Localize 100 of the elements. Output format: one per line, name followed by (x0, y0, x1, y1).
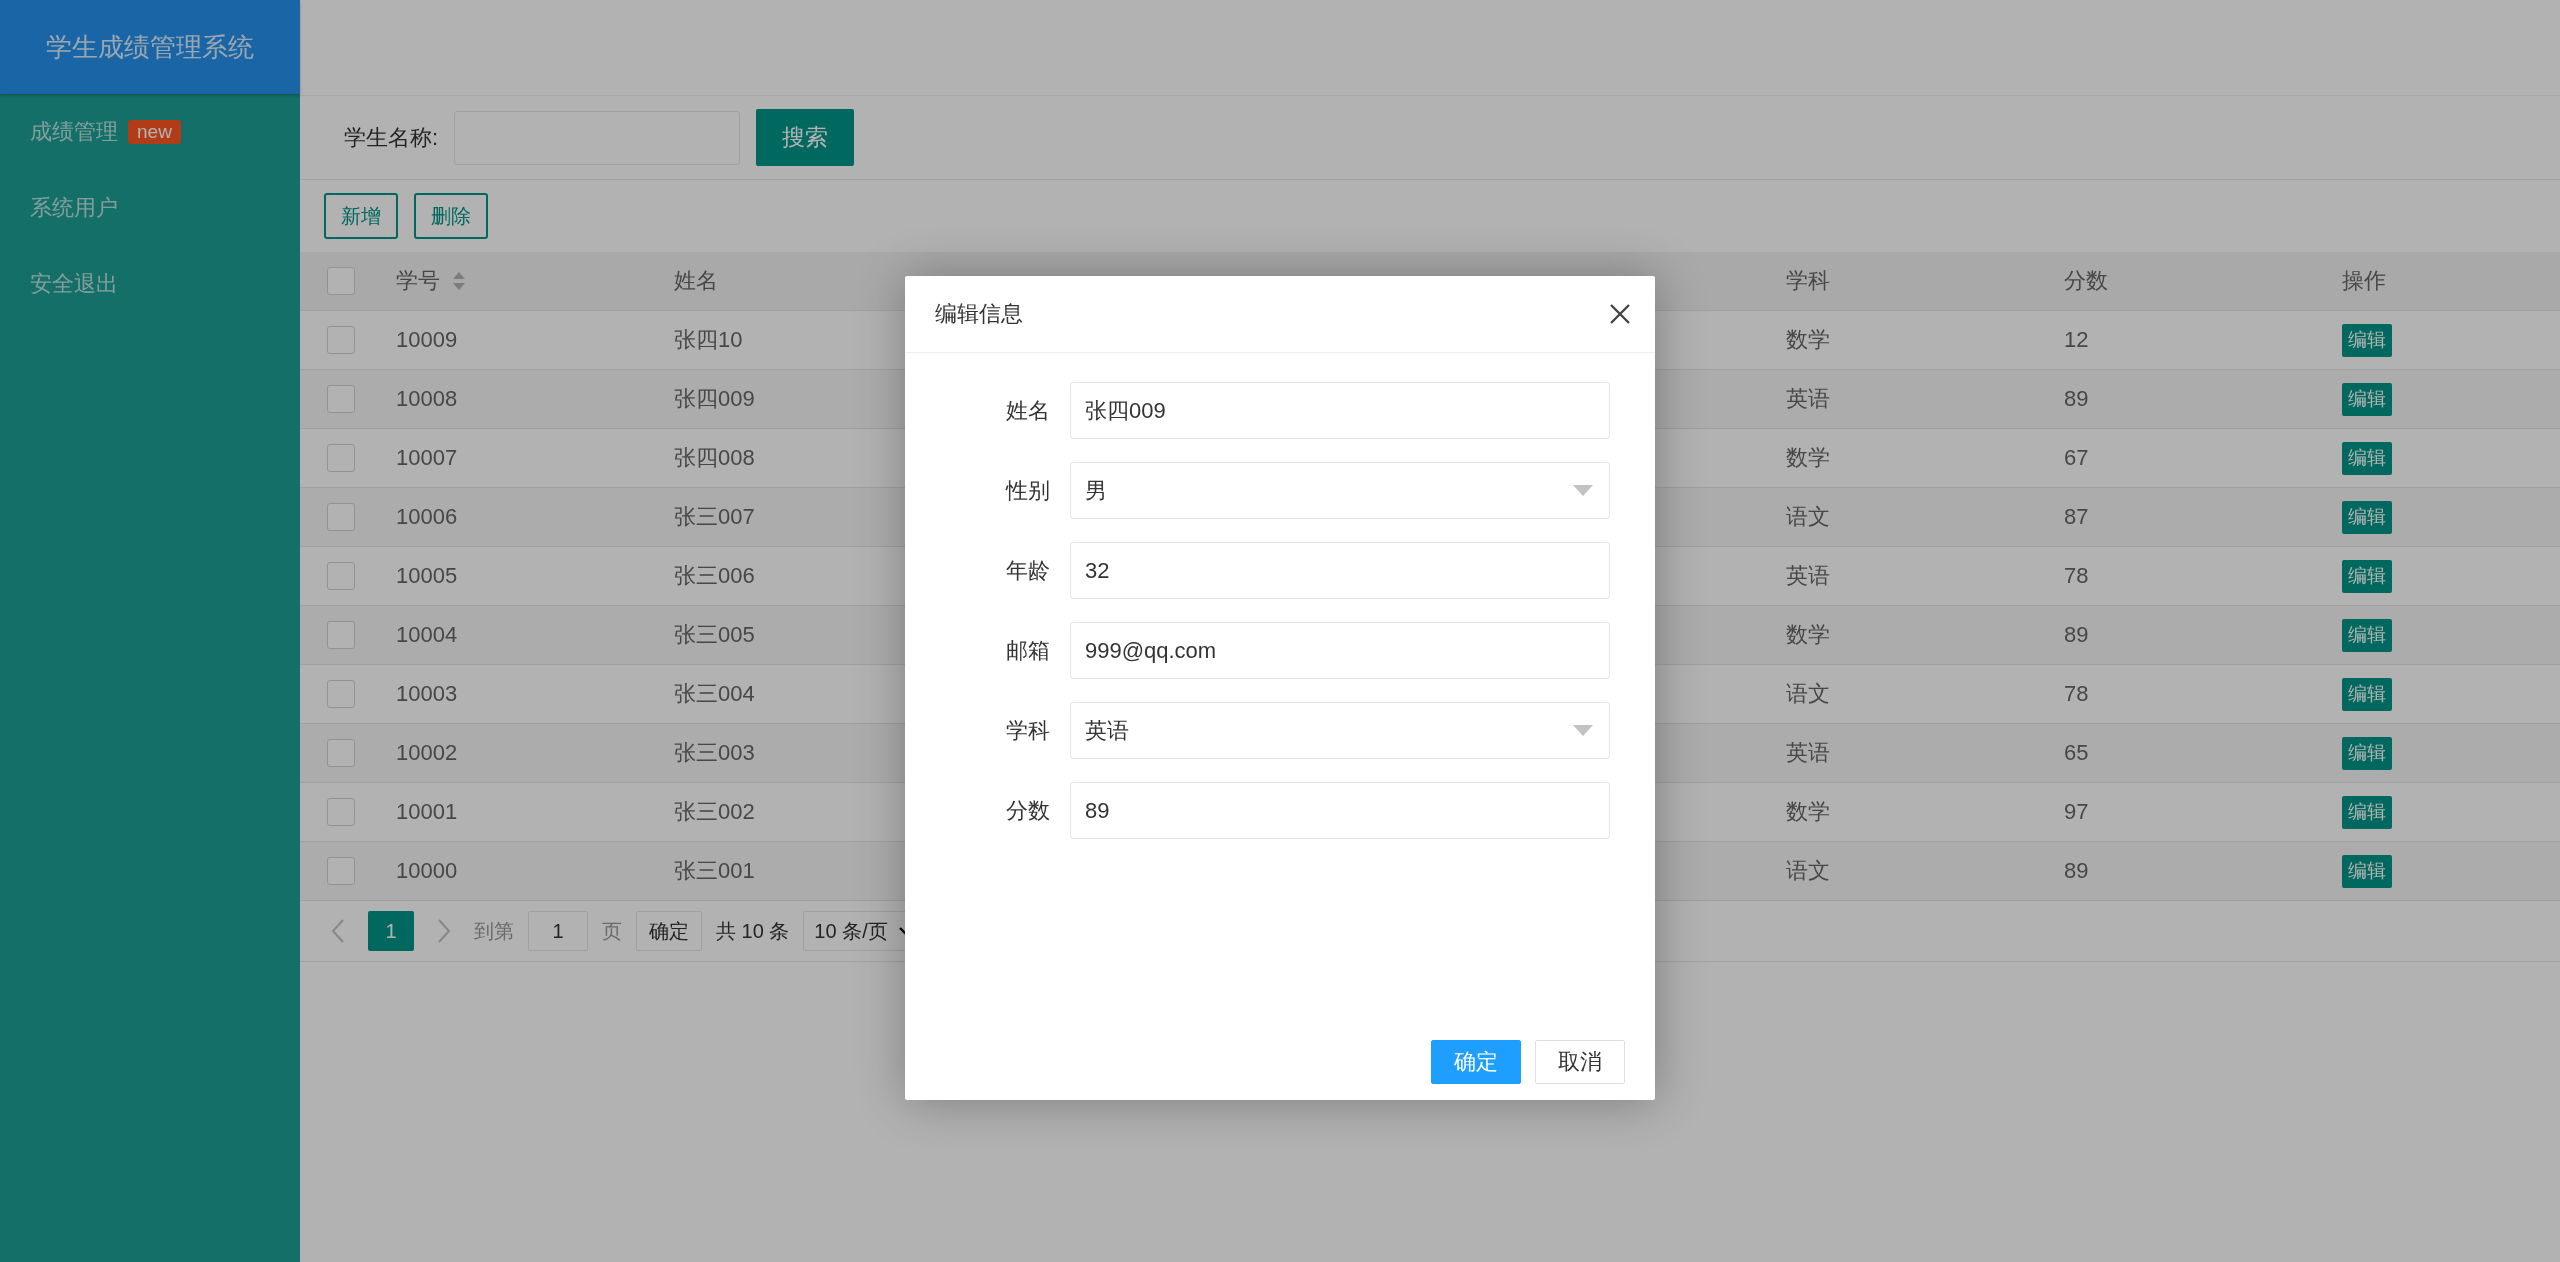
column-header: 姓名 (674, 267, 718, 295)
table-cell-text: 10005 (395, 563, 459, 589)
edit-button[interactable]: 编辑 (2342, 382, 2392, 416)
table-cell-text: 张四008 (673, 444, 756, 472)
table-cell-text: 10001 (395, 799, 459, 825)
table-cell-text: 65 (2063, 740, 2090, 766)
edit-button[interactable]: 编辑 (2342, 323, 2392, 357)
table-cell-text: 89 (2063, 386, 2090, 412)
field-label: 分数 (1005, 796, 1051, 825)
nav-item[interactable]: 系统用户 (30, 193, 118, 223)
table-cell-text: 张三004 (673, 680, 756, 708)
table-cell-text: 10000 (395, 858, 459, 884)
column-header: 学科 (1786, 267, 1830, 295)
checkbox[interactable] (327, 503, 355, 531)
page-unit-label: 页 (602, 918, 622, 944)
table-cell-text: 张三001 (673, 857, 756, 885)
table-cell-text: 10006 (395, 504, 459, 530)
checkbox[interactable] (327, 739, 355, 767)
field-label: 姓名 (1005, 396, 1051, 425)
table-cell-text: 张三006 (673, 562, 756, 590)
column-header: 操作 (2342, 267, 2386, 295)
table-cell-text: 张三003 (673, 739, 756, 767)
table-cell-text: 10009 (395, 327, 459, 353)
dialog-title: 编辑信息 (935, 300, 1023, 328)
toolbar-button[interactable]: 新增 (324, 193, 398, 239)
table-cell-text: 数学 (1785, 444, 1831, 472)
edit-button[interactable]: 编辑 (2342, 736, 2392, 770)
edit-button[interactable]: 编辑 (2342, 559, 2392, 593)
goto-confirm-button[interactable]: 确定 (636, 911, 702, 951)
field-label: 学科 (1005, 716, 1051, 745)
table-cell-text: 10002 (395, 740, 459, 766)
table-cell-text: 张三005 (673, 621, 756, 649)
table-cell-text: 张三002 (673, 798, 756, 826)
close-icon[interactable] (1609, 303, 1631, 325)
table-cell-text: 英语 (1785, 385, 1831, 413)
table-cell-text: 张三007 (673, 503, 756, 531)
edit-button[interactable]: 编辑 (2342, 500, 2392, 534)
checkbox[interactable] (327, 562, 355, 590)
table-cell-text: 87 (2063, 504, 2090, 530)
table-cell-text: 英语 (1785, 562, 1831, 590)
table-cell-text: 10004 (395, 622, 459, 648)
column-header: 学号 (396, 267, 440, 295)
column-header: 分数 (2064, 267, 2108, 295)
select-field[interactable]: 男 (1070, 462, 1610, 519)
edit-button[interactable]: 编辑 (2342, 795, 2392, 829)
table-cell-text: 67 (2063, 445, 2090, 471)
table-cell-text: 12 (2063, 327, 2090, 353)
table-cell-text: 语文 (1785, 680, 1831, 708)
confirm-button[interactable]: 确定 (1431, 1040, 1521, 1084)
checkbox[interactable] (327, 267, 355, 295)
table-cell-text: 张四009 (673, 385, 756, 413)
total-count: 共 10 条 (716, 918, 790, 944)
table-cell-text: 89 (2063, 622, 2090, 648)
nav-item[interactable]: 安全退出 (30, 269, 118, 299)
search-button[interactable]: 搜索 (756, 109, 855, 166)
table-cell-text: 10003 (395, 681, 459, 707)
table-cell-text: 英语 (1785, 739, 1831, 767)
checkbox[interactable] (327, 857, 355, 885)
checkbox[interactable] (327, 326, 355, 354)
table-cell-text: 语文 (1785, 503, 1831, 531)
field-label: 邮箱 (1005, 636, 1051, 665)
input-field[interactable]: 999@qq.com (1070, 622, 1610, 679)
checkbox[interactable] (327, 621, 355, 649)
search-label: 学生名称: (344, 123, 439, 152)
input-field[interactable]: 32 (1070, 542, 1610, 599)
checkbox[interactable] (327, 798, 355, 826)
table-cell-text: 张四10 (673, 326, 744, 354)
input-field[interactable]: 张四009 (1070, 382, 1610, 439)
table-cell-text: 语文 (1785, 857, 1831, 885)
page-button[interactable]: 1 (368, 911, 414, 951)
toolbar-button[interactable]: 删除 (414, 193, 488, 239)
table-cell-text: 10007 (395, 445, 459, 471)
next-page-icon[interactable] (436, 918, 452, 944)
edit-button[interactable]: 编辑 (2342, 441, 2392, 475)
field-label: 年龄 (1005, 556, 1051, 585)
new-badge: new (128, 120, 181, 144)
checkbox[interactable] (327, 385, 355, 413)
dropdown-arrow-icon (1573, 485, 1593, 496)
select-field[interactable]: 英语 (1070, 702, 1610, 759)
table-cell-text: 数学 (1785, 326, 1831, 354)
edit-button[interactable]: 编辑 (2342, 677, 2392, 711)
table-cell-text: 10008 (395, 386, 459, 412)
checkbox[interactable] (327, 680, 355, 708)
page-number-field[interactable]: 1 (528, 911, 588, 951)
table-cell-text: 数学 (1785, 798, 1831, 826)
goto-label: 到第 (474, 918, 514, 944)
input-field[interactable]: 89 (1070, 782, 1610, 839)
edit-button[interactable]: 编辑 (2342, 854, 2392, 888)
edit-button[interactable]: 编辑 (2342, 618, 2392, 652)
table-cell-text: 78 (2063, 563, 2090, 589)
cancel-button[interactable]: 取消 (1535, 1040, 1625, 1084)
nav-item[interactable]: 成绩管理 (30, 117, 118, 147)
app-logo-title: 学生成绩管理系统 (0, 0, 300, 94)
dropdown-arrow-icon (1573, 725, 1593, 736)
previous-page-icon[interactable] (330, 918, 346, 944)
checkbox[interactable] (327, 444, 355, 472)
table-cell-text: 89 (2063, 858, 2090, 884)
sort-icon[interactable] (452, 270, 466, 292)
table-cell-text: 数学 (1785, 621, 1831, 649)
table-cell-text: 78 (2063, 681, 2090, 707)
